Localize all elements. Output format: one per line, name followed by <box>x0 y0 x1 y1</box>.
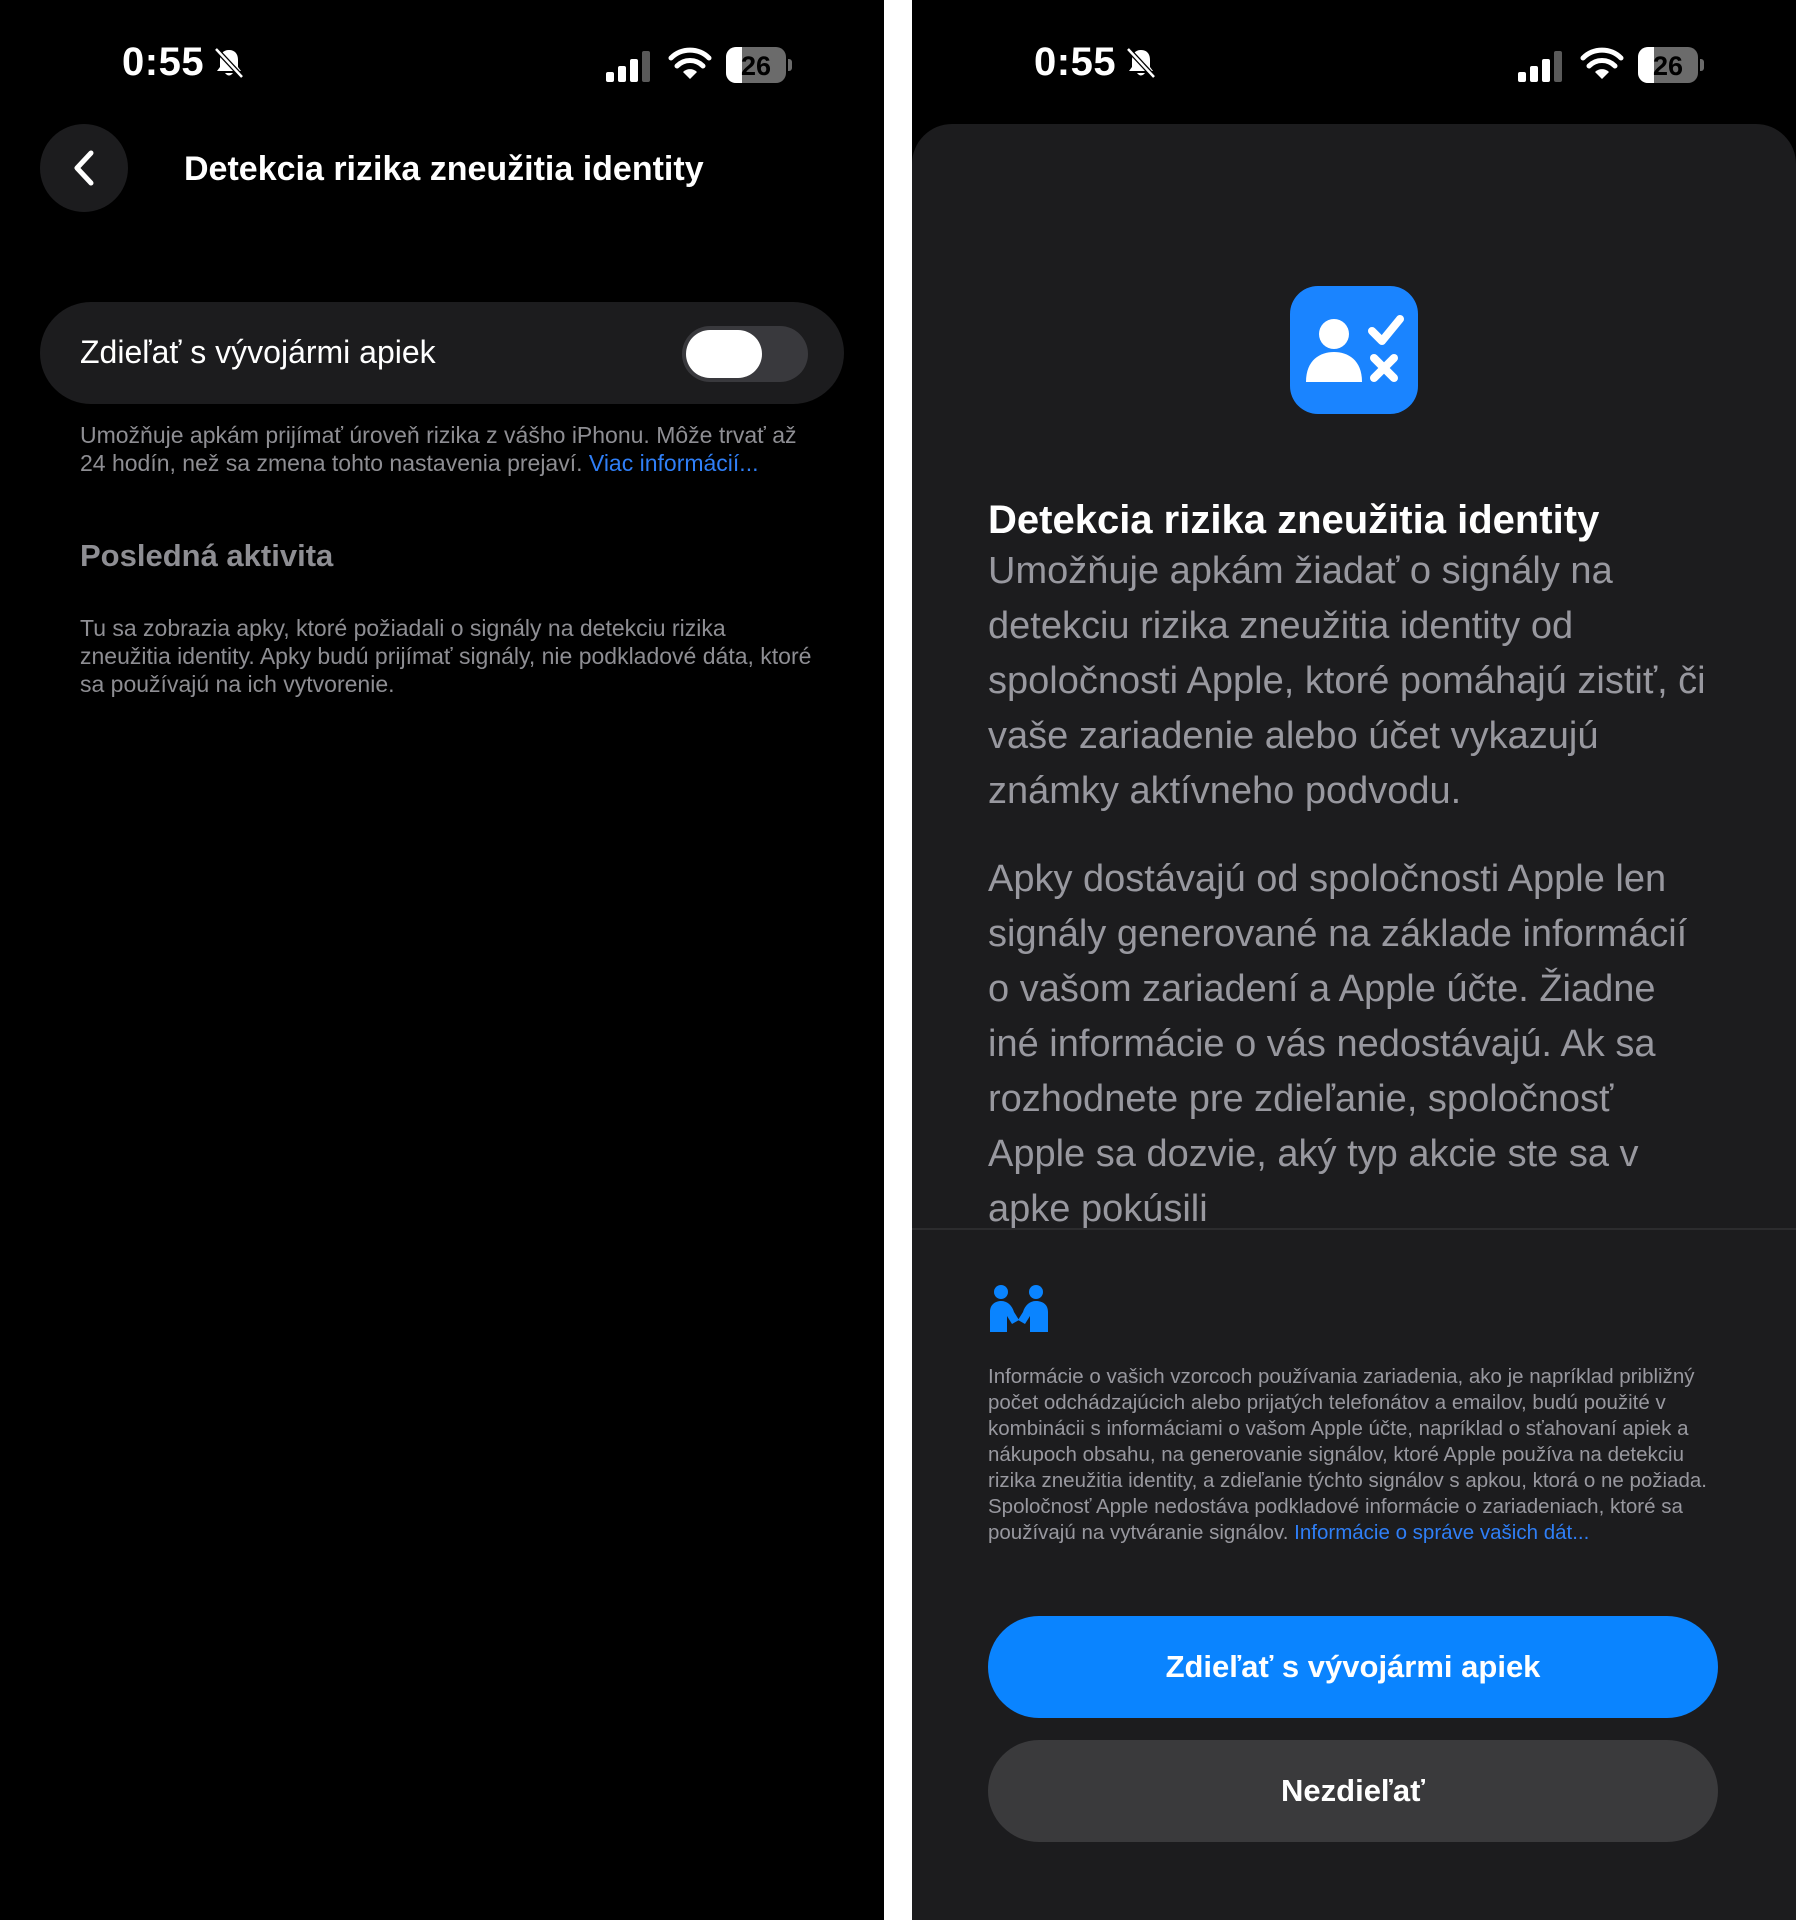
battery-percent: 26 <box>1652 51 1684 81</box>
back-button[interactable] <box>40 124 128 212</box>
wifi-icon <box>668 47 712 79</box>
share-with-developers-button[interactable]: Zdieľať s vývojármi apiek <box>988 1616 1718 1718</box>
wifi-icon <box>1580 47 1624 79</box>
status-bar: 0:55 26 <box>0 0 884 130</box>
status-bar: 0:55 26 <box>912 0 1796 130</box>
battery-icon: 26 <box>726 47 792 83</box>
consent-sheet: Detekcia rizika zneužitia identity Umožň… <box>912 124 1796 1920</box>
toggle-description: Umožňuje apkám prijímať úroveň rizika z … <box>80 421 820 477</box>
bell-slash-icon <box>1126 47 1156 79</box>
right-screen: 0:55 26 Detekcia rizika zneužitia identi… <box>912 0 1796 1920</box>
share-toggle-switch[interactable] <box>682 326 808 382</box>
toggle-knob <box>686 330 762 378</box>
privacy-notice-text: Informácie o vašich vzorcoch používania … <box>988 1365 1707 1544</box>
share-toggle-label: Zdieľať s vývojármi apiek <box>80 334 436 370</box>
identity-check-icon <box>1290 286 1418 414</box>
recent-activity-text: Tu sa zobrazia apky, ktoré požiadali o s… <box>80 615 812 697</box>
battery-percent: 26 <box>740 51 772 81</box>
share-with-developers-row[interactable]: Zdieľať s vývojármi apiek <box>40 302 844 404</box>
left-screen: 0:55 26 Detekcia rizika zneužitia identi… <box>0 0 884 1920</box>
privacy-handshake-icon <box>990 1285 1048 1332</box>
sheet-paragraph-1: Umožňuje apkám žiadať o signály na detek… <box>988 550 1706 812</box>
cellular-signal-icon <box>606 51 650 82</box>
privacy-notice: Informácie o vašich vzorcoch používania … <box>988 1364 1728 1546</box>
sheet-title: Detekcia rizika zneužitia identity <box>988 498 1600 542</box>
bell-slash-icon <box>214 47 244 79</box>
sheet-paragraph-2: Apky dostávajú od spoločnosti Apple len … <box>988 858 1688 1230</box>
cellular-signal-icon <box>1518 51 1562 82</box>
battery-icon: 26 <box>1638 47 1704 83</box>
status-time: 0:55 <box>1034 40 1117 84</box>
chevron-left-icon <box>74 150 94 186</box>
page-title: Detekcia rizika zneužitia identity <box>184 150 704 188</box>
more-info-link[interactable]: Viac informácií... <box>589 450 759 476</box>
divider <box>912 1228 1796 1230</box>
data-management-link[interactable]: Informácie o správe vašich dát... <box>1294 1521 1589 1544</box>
dont-share-button[interactable]: Nezdieľať <box>988 1740 1718 1842</box>
recent-activity-header: Posledná aktivita <box>80 538 334 573</box>
status-time: 0:55 <box>122 40 205 84</box>
